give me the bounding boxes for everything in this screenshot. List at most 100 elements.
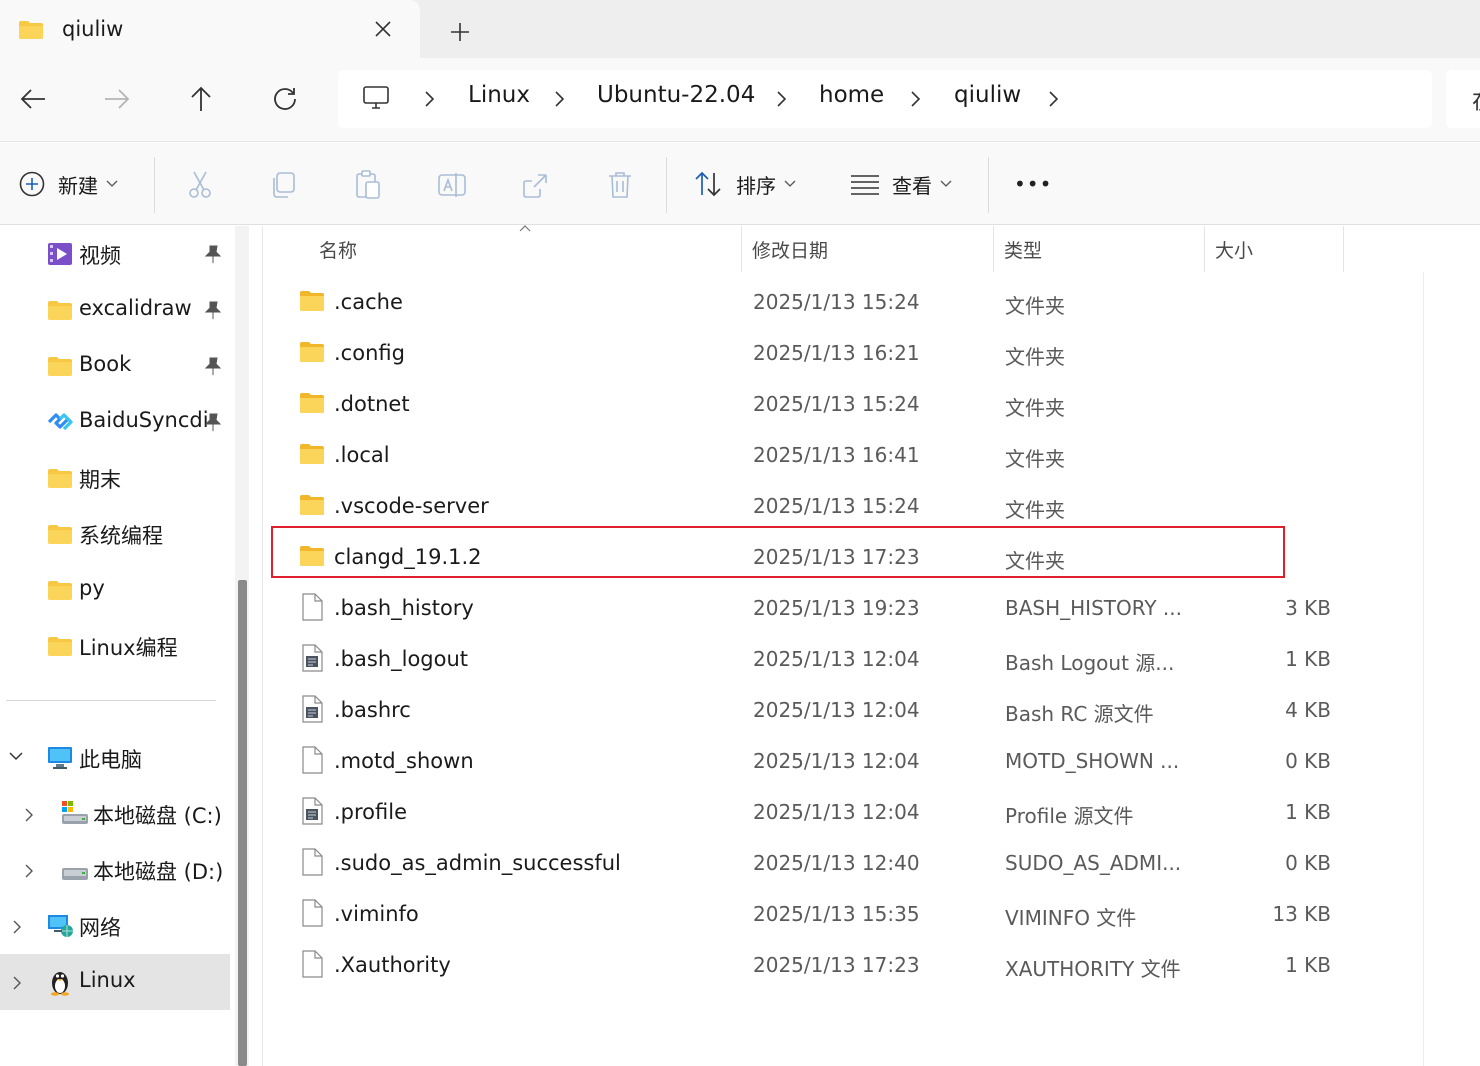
column-type-label: 类型 <box>1004 240 1043 262</box>
file-type: 文件夹 <box>1005 447 1065 471</box>
sidebar-item-linux[interactable]: Linux <box>0 954 230 1010</box>
sidebar-item-label: Linux编程 <box>79 636 178 660</box>
file-row[interactable]: .viminfo 2025/1/13 15:35 VIMINFO 文件 13 KB <box>263 890 1345 941</box>
file-type: 文件夹 <box>1005 294 1065 318</box>
file-row[interactable]: .dotnet 2025/1/13 15:24 文件夹 <box>263 380 1345 431</box>
script-file-icon <box>301 695 323 727</box>
file-row[interactable]: .profile 2025/1/13 12:04 Profile 源文件 1 KB <box>263 788 1345 839</box>
new-tab-icon[interactable] <box>448 20 472 44</box>
pin-icon[interactable] <box>204 356 222 376</box>
chevron-right-icon[interactable] <box>24 864 34 878</box>
breadcrumb-home[interactable]: home <box>819 82 884 108</box>
pin-icon[interactable] <box>204 412 222 432</box>
column-header-size[interactable]: 大小 <box>1205 226 1343 272</box>
file-row[interactable]: .config 2025/1/13 16:21 文件夹 <box>263 329 1345 380</box>
sort-label: 排序 <box>736 173 776 198</box>
sidebar-item-videos[interactable]: 视频 <box>0 226 230 282</box>
chevron-right-icon[interactable] <box>24 808 34 822</box>
chevron-right-icon[interactable] <box>12 920 22 934</box>
file-date: 2025/1/13 12:04 <box>753 800 920 824</box>
file-icon <box>301 848 323 880</box>
file-name: .local <box>334 443 390 467</box>
sidebar-item-this-pc[interactable]: 此电脑 <box>0 730 230 786</box>
folder-icon <box>299 341 325 367</box>
chevron-right-icon[interactable] <box>1048 90 1060 108</box>
breadcrumb-linux[interactable]: Linux <box>468 82 530 108</box>
sidebar-item-system-programming[interactable]: 系统编程 <box>0 506 230 562</box>
sidebar-item-label: py <box>79 576 105 600</box>
file-type: SUDO_AS_ADMI... <box>1005 851 1182 875</box>
file-row[interactable]: .Xauthority 2025/1/13 17:23 XAUTHORITY 文件 1… <box>263 941 1345 992</box>
chevron-down-icon <box>106 180 118 187</box>
sidebar-scrollbar-thumb[interactable] <box>238 580 247 1066</box>
file-row[interactable]: .bash_logout 2025/1/13 12:04 Bash Logout 源… <box>263 635 1345 686</box>
pin-icon[interactable] <box>204 300 222 320</box>
plus-circle-icon <box>19 171 45 197</box>
file-date: 2025/1/13 12:04 <box>753 698 920 722</box>
chevron-right-icon[interactable] <box>776 90 788 108</box>
cut-icon[interactable] <box>184 169 216 201</box>
sidebar-item-network[interactable]: 网络 <box>0 898 230 954</box>
file-row[interactable]: .local 2025/1/13 16:41 文件夹 <box>263 431 1345 482</box>
view-button[interactable]: 查看 <box>850 169 952 199</box>
pin-icon[interactable] <box>204 244 222 264</box>
more-button[interactable]: ••• <box>1014 169 1052 199</box>
back-button[interactable] <box>18 84 48 114</box>
chevron-right-icon[interactable] <box>910 90 922 108</box>
column-header-date[interactable]: 修改日期 <box>742 226 992 272</box>
arrow-up-icon <box>191 86 211 111</box>
sidebar-item-excalidraw[interactable]: excalidraw <box>0 282 230 338</box>
new-button[interactable]: 新建 <box>18 169 118 199</box>
file-date: 2025/1/13 15:24 <box>753 494 920 518</box>
trash-icon[interactable] <box>604 169 636 201</box>
file-row[interactable]: .cache 2025/1/13 15:24 文件夹 <box>263 278 1345 329</box>
breadcrumb-qiuliw[interactable]: qiuliw <box>954 82 1021 108</box>
file-row[interactable]: .bashrc 2025/1/13 12:04 Bash RC 源文件 4 KB <box>263 686 1345 737</box>
forward-button[interactable] <box>102 84 132 114</box>
column-header-name[interactable]: 名称 <box>263 225 741 272</box>
file-name: .viminfo <box>334 902 419 926</box>
refresh-button[interactable] <box>270 84 300 114</box>
sidebar-item-book[interactable]: Book <box>0 338 230 394</box>
tab-qiuliw[interactable]: qiuliw <box>0 0 420 58</box>
chevron-right-icon[interactable] <box>12 976 22 990</box>
folder-icon <box>299 392 325 418</box>
sidebar-item-drive-d[interactable]: 本地磁盘 (D:) <box>0 842 230 898</box>
sort-button[interactable]: 排序 <box>694 169 796 199</box>
up-button[interactable] <box>186 84 216 114</box>
sidebar-item-drive-c[interactable]: 本地磁盘 (C:) <box>0 786 230 842</box>
paste-icon[interactable] <box>352 169 384 201</box>
breadcrumb-ubuntu[interactable]: Ubuntu-22.04 <box>597 82 755 108</box>
file-type: Bash RC 源文件 <box>1005 702 1154 726</box>
column-header-type[interactable]: 类型 <box>994 226 1204 272</box>
column-divider[interactable] <box>1343 226 1344 272</box>
chevron-down-icon <box>940 180 952 187</box>
file-date: 2025/1/13 15:35 <box>753 902 920 926</box>
close-icon[interactable] <box>372 18 394 40</box>
file-date: 2025/1/13 12:04 <box>753 647 920 671</box>
rename-icon[interactable] <box>436 169 468 201</box>
sidebar-item-qimo[interactable]: 期末 <box>0 450 230 506</box>
address-bar[interactable]: Linux Ubuntu-22.04 home qiuliw <box>338 70 1432 128</box>
file-icon <box>301 899 323 931</box>
sidebar-item-baidusync[interactable]: BaiduSyncdi <box>0 394 230 450</box>
file-size: 13 KB <box>1272 902 1331 926</box>
file-size: 1 KB <box>1285 953 1331 977</box>
script-file-icon <box>301 797 323 829</box>
file-row[interactable]: .sudo_as_admin_successful 2025/1/13 12:40… <box>263 839 1345 890</box>
chevron-right-icon[interactable] <box>424 90 436 108</box>
file-size: 4 KB <box>1285 698 1331 722</box>
view-label: 查看 <box>892 173 932 198</box>
sidebar-item-py[interactable]: py <box>0 562 230 618</box>
copy-icon[interactable] <box>268 169 300 201</box>
file-type: 文件夹 <box>1005 396 1065 420</box>
chevron-down-icon[interactable] <box>8 750 24 762</box>
sidebar-item-linux-programming[interactable]: Linux编程 <box>0 618 230 674</box>
file-name: .sudo_as_admin_successful <box>334 851 621 875</box>
share-icon[interactable] <box>520 169 552 201</box>
file-row[interactable]: .motd_shown 2025/1/13 12:04 MOTD_SHOWN ...… <box>263 737 1345 788</box>
column-size-label: 大小 <box>1215 240 1254 262</box>
file-row[interactable]: .bash_history 2025/1/13 19:23 BASH_HISTORY… <box>263 584 1345 635</box>
file-size: 1 KB <box>1285 647 1331 671</box>
chevron-right-icon[interactable] <box>554 90 566 108</box>
